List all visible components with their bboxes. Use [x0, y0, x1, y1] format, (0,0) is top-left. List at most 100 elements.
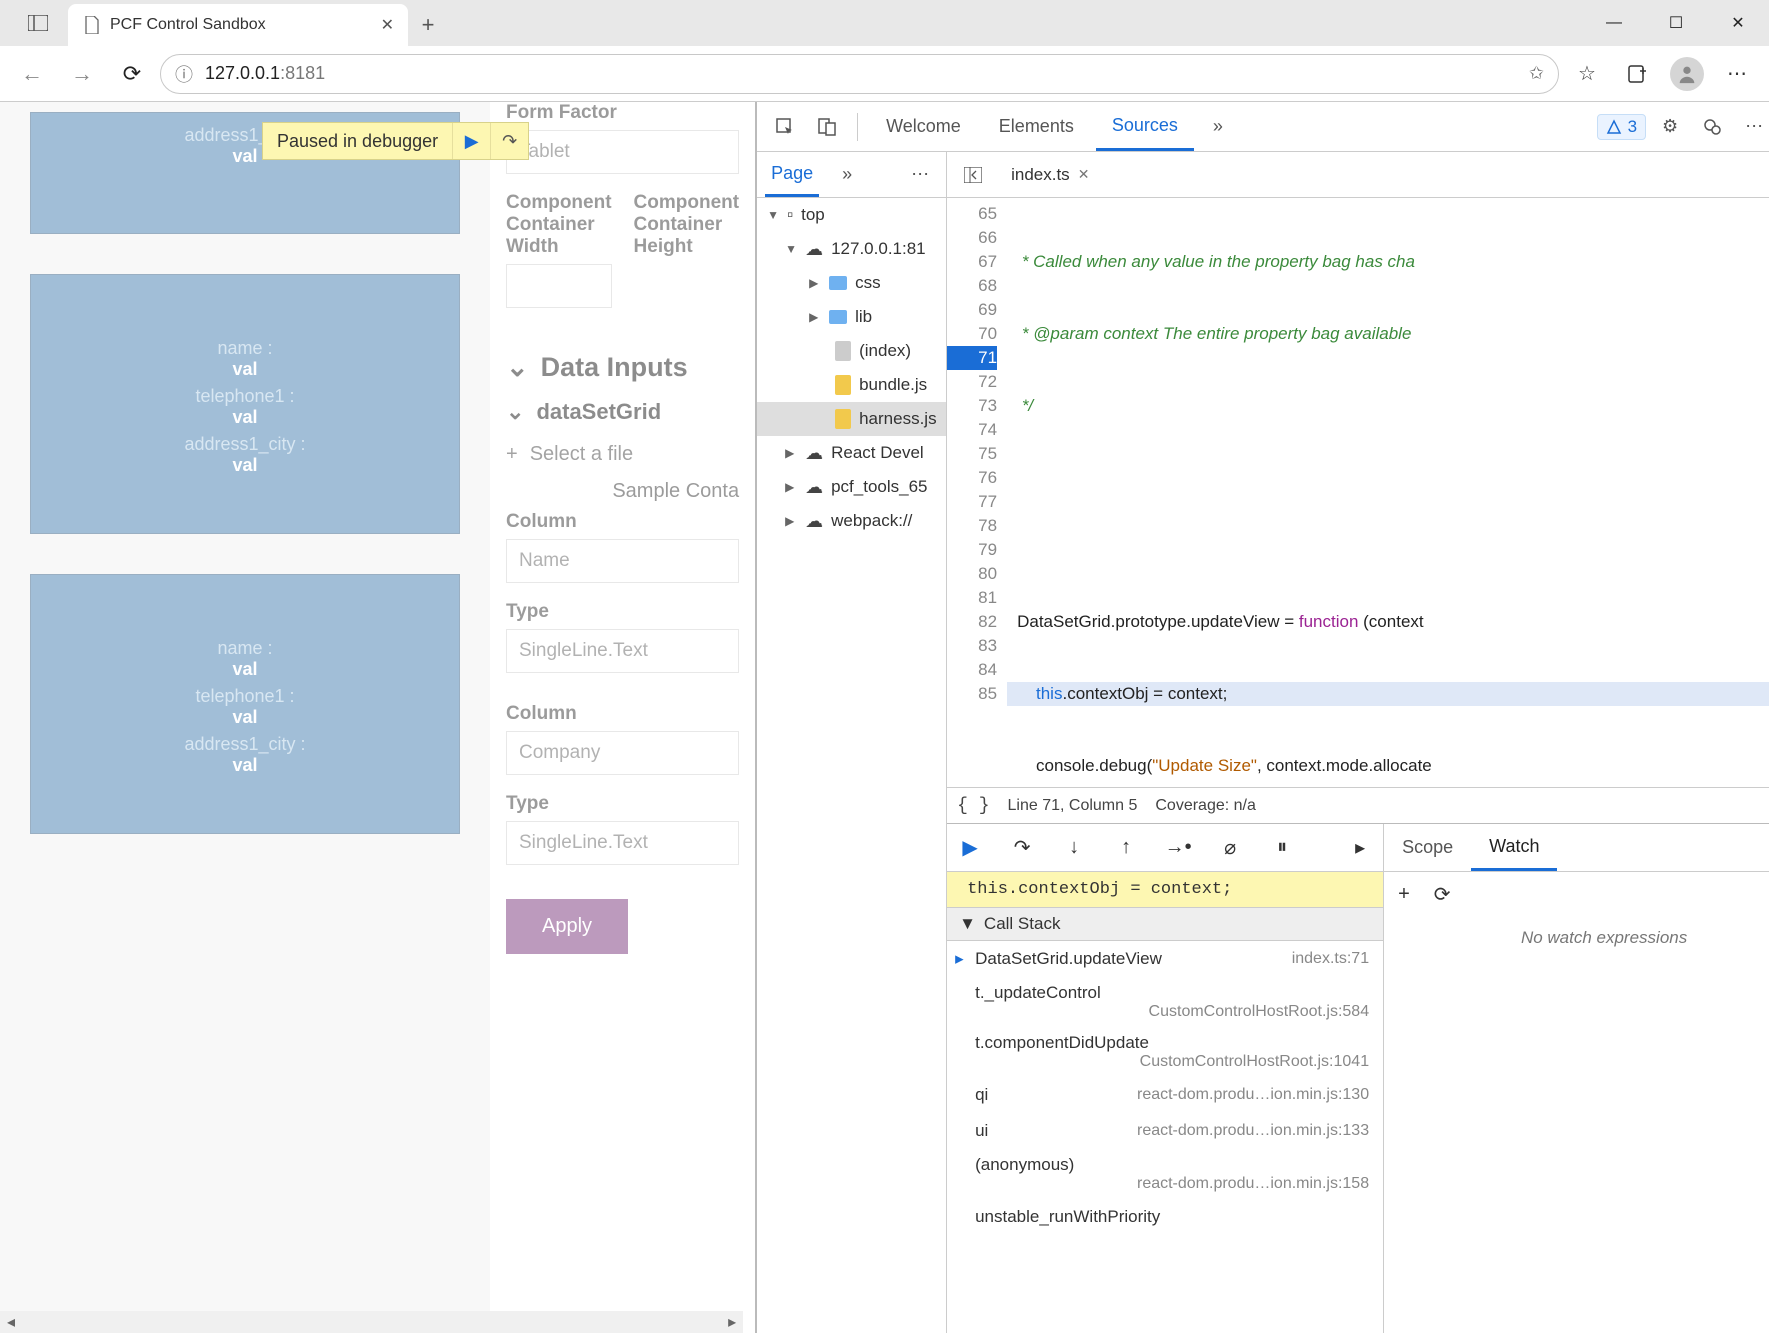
stack-frame[interactable]: t._updateControl CustomControlHostRoot.j… — [947, 977, 1383, 1027]
pretty-print-icon[interactable]: { } — [957, 796, 989, 816]
window-close[interactable]: ✕ — [1707, 0, 1769, 46]
menu-icon[interactable]: ⋯ — [1715, 52, 1759, 96]
stack-frame[interactable]: qi react-dom.produ…ion.min.js:130 — [947, 1077, 1383, 1113]
cursor-position: Line 71, Column 5 — [1008, 797, 1138, 815]
tree-node-bundle[interactable]: bundle.js — [757, 368, 946, 402]
step-into-button[interactable]: ↓ — [1061, 836, 1087, 859]
settings-icon[interactable]: ⚙ — [1652, 109, 1688, 145]
column-input[interactable]: Company — [506, 731, 739, 775]
new-tab-button[interactable]: + — [408, 4, 448, 46]
tree-node-lib[interactable]: ▶lib — [757, 300, 946, 334]
refresh-watch-icon[interactable]: ⟳ — [1434, 882, 1451, 907]
site-info-icon[interactable]: ⓘ — [175, 61, 193, 87]
step-out-button[interactable]: ↑ — [1113, 836, 1139, 859]
add-watch-icon[interactable]: + — [1398, 883, 1410, 906]
form-factor-label: Form Factor — [506, 102, 739, 124]
tab-sources[interactable]: Sources — [1096, 102, 1194, 151]
debugger-controls: ▶ ↷ ↓ ↑ →• ⌀ ⏸ ▸ — [947, 824, 1383, 872]
code-line: DataSetGrid.prototype.updateView = funct… — [1007, 610, 1769, 634]
stack-frame[interactable]: (anonymous) react-dom.produ…ion.min.js:1… — [947, 1149, 1383, 1199]
step-button[interactable]: →• — [1165, 836, 1191, 859]
more-tabs-icon[interactable]: » — [1200, 109, 1236, 145]
tree-node-top[interactable]: ▼▫top — [757, 198, 946, 232]
pause-exceptions-button[interactable]: ⏸ — [1269, 836, 1295, 859]
tree-node-css[interactable]: ▶css — [757, 266, 946, 300]
stack-frame[interactable]: t.componentDidUpdate CustomControlHostRo… — [947, 1027, 1383, 1077]
tab-close-icon[interactable]: ✕ — [381, 15, 394, 35]
form-factor-select[interactable]: Tablet — [506, 130, 739, 174]
column-input[interactable]: Name — [506, 539, 739, 583]
back-button[interactable]: ← — [10, 52, 54, 96]
code-line — [1007, 466, 1769, 490]
tree-node-pcf[interactable]: ▶☁pcf_tools_65 — [757, 470, 946, 504]
code-editor[interactable]: 6566676869707172737475767778798081828384… — [947, 198, 1769, 787]
address-bar[interactable]: ⓘ 127.0.0.1:8181 ✩ — [160, 54, 1559, 94]
code-line — [1007, 538, 1769, 562]
current-expression: this.contextObj = context; — [947, 872, 1383, 908]
step-over-icon[interactable]: ↷ — [490, 123, 528, 159]
expand-icon[interactable]: ▸ — [1347, 835, 1373, 860]
line-gutter[interactable]: 6566676869707172737475767778798081828384… — [947, 198, 1007, 787]
close-icon[interactable]: ✕ — [1078, 166, 1090, 183]
stack-frame[interactable]: ui react-dom.produ…ion.min.js:133 — [947, 1113, 1383, 1149]
call-stack-header[interactable]: ▼Call Stack — [947, 908, 1383, 941]
device-toggle-icon[interactable] — [809, 109, 845, 145]
tab-title: PCF Control Sandbox — [110, 16, 266, 34]
horizontal-scrollbar[interactable]: ◂▸ — [0, 1311, 743, 1333]
collections-icon[interactable] — [1615, 52, 1659, 96]
tree-node-harness[interactable]: harness.js — [757, 402, 946, 436]
feedback-icon[interactable] — [1694, 109, 1730, 145]
profile-button[interactable] — [1665, 52, 1709, 96]
select-file-link[interactable]: Select a file — [530, 443, 633, 466]
inspect-icon[interactable] — [767, 109, 803, 145]
watch-pane: Scope Watch + ⟳ No watch expressions — [1384, 824, 1769, 1333]
step-over-button[interactable]: ↷ — [1009, 835, 1035, 860]
window-minimize[interactable]: ― — [1583, 0, 1645, 46]
plus-icon[interactable]: + — [506, 443, 518, 466]
issues-button[interactable]: 3 — [1597, 114, 1646, 140]
more-tabs-icon[interactable]: » — [829, 157, 865, 193]
tree-node-react[interactable]: ▶☁React Devel — [757, 436, 946, 470]
type-select[interactable]: SingleLine.Text — [506, 629, 739, 673]
forward-button[interactable]: → — [60, 52, 104, 96]
card-field-label: address1_city : — [184, 734, 305, 755]
chevron-down-icon[interactable]: ⌄ — [506, 399, 524, 425]
tab-welcome[interactable]: Welcome — [870, 102, 977, 151]
paused-text: Paused in debugger — [263, 131, 452, 152]
card-field-value: val — [232, 146, 257, 167]
type-select[interactable]: SingleLine.Text — [506, 821, 739, 865]
deactivate-breakpoints-button[interactable]: ⌀ — [1217, 835, 1243, 860]
scope-tab[interactable]: Scope — [1384, 824, 1471, 871]
watch-tab[interactable]: Watch — [1471, 824, 1557, 871]
container-width-input[interactable] — [506, 264, 612, 308]
tab-actions-icon[interactable] — [8, 0, 68, 46]
navigator-page-tab[interactable]: Page — [765, 152, 819, 197]
favorites-icon[interactable]: ☆ — [1565, 52, 1609, 96]
customize-icon[interactable]: ⋯ — [1736, 109, 1769, 145]
favorite-icon[interactable]: ✩ — [1529, 63, 1544, 84]
card-field-value: val — [232, 707, 257, 728]
tab-elements[interactable]: Elements — [983, 102, 1090, 151]
resume-icon[interactable]: ▶ — [452, 123, 490, 159]
code-line: */ — [1007, 394, 1769, 418]
card-field-value: val — [232, 407, 257, 428]
type-label: Type — [506, 793, 739, 815]
stack-frame[interactable]: DataSetGrid.updateView index.ts:71 — [947, 941, 1383, 977]
reload-button[interactable]: ⟳ — [110, 52, 154, 96]
file-tab-index[interactable]: index.ts ✕ — [1001, 152, 1099, 197]
card-field-value: val — [232, 755, 257, 776]
window-maximize[interactable]: ☐ — [1645, 0, 1707, 46]
browser-tab[interactable]: PCF Control Sandbox ✕ — [68, 4, 408, 46]
tree-node-host[interactable]: ▼☁127.0.0.1:81 — [757, 232, 946, 266]
apply-button[interactable]: Apply — [506, 899, 628, 954]
stack-frame[interactable]: unstable_runWithPriority — [947, 1199, 1383, 1235]
data-card: name : val telephone1 : val address1_cit… — [30, 574, 460, 834]
toggle-navigator-icon[interactable] — [955, 157, 991, 193]
chevron-down-icon[interactable]: ⌄ — [506, 352, 529, 383]
section-title: Data Inputs — [541, 352, 688, 383]
tree-node-webpack[interactable]: ▶☁webpack:// — [757, 504, 946, 538]
navigator-menu-icon[interactable]: ⋯ — [902, 157, 938, 193]
resume-button[interactable]: ▶ — [957, 835, 983, 860]
sample-contact-text: Sample Conta — [506, 480, 739, 503]
tree-node-index[interactable]: (index) — [757, 334, 946, 368]
